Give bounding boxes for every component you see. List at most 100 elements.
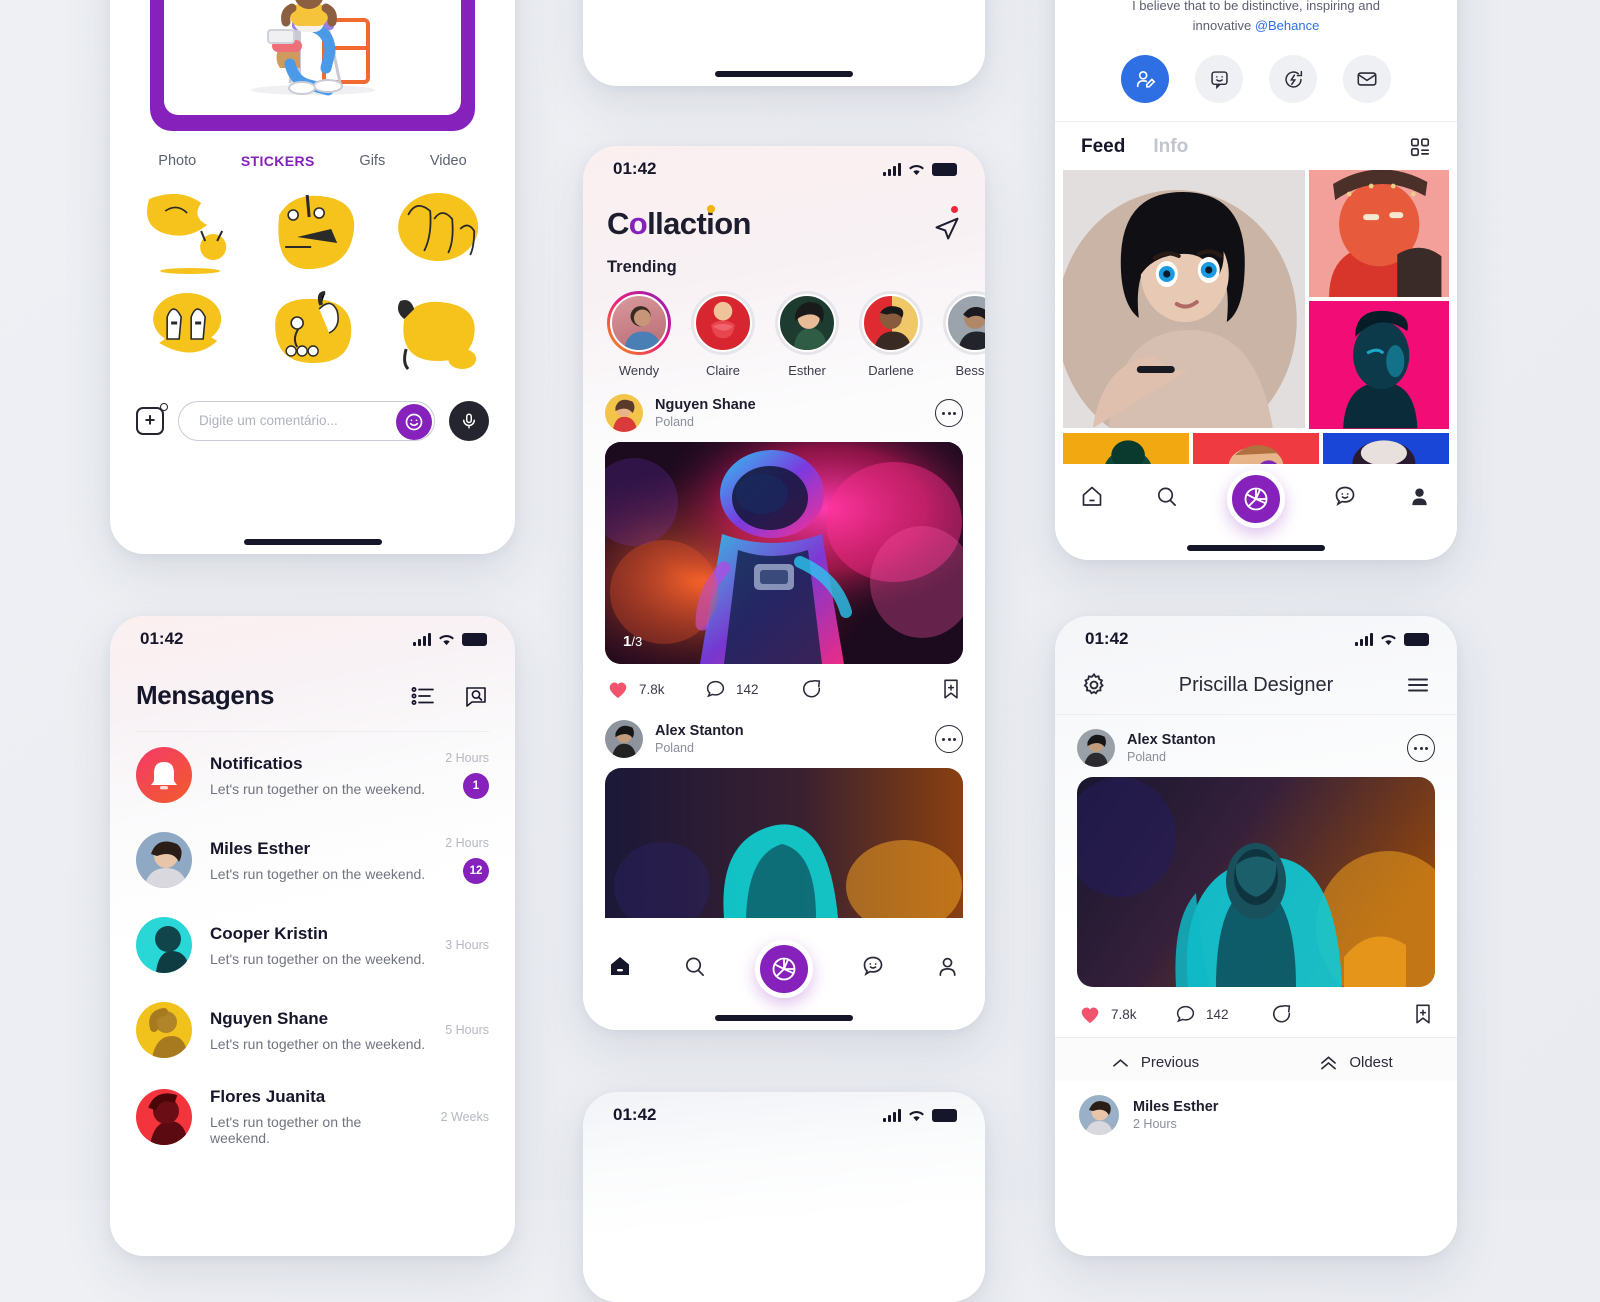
- trending-user[interactable]: Esther: [775, 291, 839, 378]
- flash-refresh-icon[interactable]: [1269, 55, 1317, 103]
- chevron-up-icon: [1112, 1058, 1128, 1067]
- sticker-item[interactable]: [254, 185, 370, 279]
- profile-icon[interactable]: [934, 952, 962, 980]
- timestamp: 2 Hours: [445, 836, 489, 850]
- feed-image[interactable]: [1308, 301, 1449, 429]
- signal-icon: [883, 162, 901, 176]
- share-action[interactable]: [801, 678, 823, 700]
- signal-icon: [413, 632, 431, 646]
- sticker-item[interactable]: [254, 285, 370, 379]
- sticker-item[interactable]: [132, 185, 248, 279]
- comment-time: 2 Hours: [1133, 1117, 1177, 1131]
- trending-user-name: Esther: [788, 363, 826, 378]
- list-item[interactable]: Nguyen Shane Let's run together on the w…: [110, 987, 515, 1072]
- avatar[interactable]: [605, 720, 643, 758]
- status-bar: 01:42: [110, 616, 515, 662]
- signal-icon: [1355, 632, 1373, 646]
- camera-fab-button[interactable]: [754, 940, 813, 998]
- battery-icon: [462, 632, 487, 646]
- previous-button[interactable]: Previous: [1055, 1054, 1256, 1071]
- list-item[interactable]: Miles Esther Let's run together on the w…: [110, 817, 515, 902]
- tab-stickers[interactable]: STICKERS: [241, 153, 315, 169]
- sticker-item[interactable]: [377, 285, 493, 379]
- tab-info[interactable]: Info: [1153, 136, 1188, 158]
- avatar[interactable]: [605, 394, 643, 432]
- bookmark-icon[interactable]: [941, 678, 961, 700]
- comment-action[interactable]: 142: [705, 679, 801, 700]
- sticker-item[interactable]: [132, 285, 248, 379]
- oldest-button[interactable]: Oldest: [1256, 1054, 1457, 1071]
- chat-smiley-icon[interactable]: [859, 952, 887, 980]
- list-item[interactable]: Cooper Kristin Let's run together on the…: [110, 902, 515, 987]
- home-icon[interactable]: [1078, 482, 1106, 510]
- mail-icon[interactable]: [1343, 55, 1391, 103]
- behance-link[interactable]: @Behance: [1255, 18, 1320, 33]
- camera-fab-button[interactable]: [1226, 470, 1285, 528]
- camera-aperture-icon[interactable]: [1226, 470, 1285, 528]
- profile-icon[interactable]: [1406, 482, 1434, 510]
- tab-video[interactable]: Video: [430, 153, 467, 169]
- search-icon[interactable]: [681, 952, 709, 980]
- trending-user[interactable]: Darlene: [859, 291, 923, 378]
- post-image[interactable]: 1/3: [605, 442, 963, 664]
- edit-profile-icon[interactable]: [1121, 55, 1169, 103]
- sticker-item[interactable]: [377, 185, 493, 279]
- feed-image[interactable]: [1063, 170, 1305, 428]
- tab-feed[interactable]: Feed: [1081, 136, 1125, 158]
- like-action[interactable]: 7.8k: [1079, 1004, 1175, 1024]
- post-location: Poland: [655, 415, 694, 429]
- share-icon: [1272, 1004, 1291, 1023]
- list-item[interactable]: Notificatios Let's run together on the w…: [110, 732, 515, 817]
- post-actions: 7.8k 142: [583, 664, 985, 706]
- tab-photo[interactable]: Photo: [158, 153, 196, 169]
- feed-grid: [1055, 170, 1457, 429]
- signal-icon: [883, 1108, 901, 1122]
- like-action[interactable]: 7.8k: [607, 679, 705, 699]
- post-author: Nguyen Shane: [655, 397, 756, 413]
- share-action[interactable]: [1271, 1003, 1293, 1025]
- tab-gifs[interactable]: Gifs: [359, 153, 385, 169]
- comment-action[interactable]: 142: [1175, 1004, 1271, 1025]
- bookmark-icon[interactable]: [1413, 1003, 1433, 1025]
- post-image[interactable]: [605, 768, 963, 918]
- avatar[interactable]: [1077, 729, 1115, 767]
- emoji-icon[interactable]: [396, 403, 432, 440]
- contact-name: Flores Juanita: [210, 1087, 326, 1106]
- chat-smiley-icon[interactable]: [1331, 482, 1359, 510]
- avatar: [136, 747, 192, 803]
- hamburger-menu-icon[interactable]: [1405, 674, 1431, 696]
- search-icon[interactable]: [1153, 482, 1181, 510]
- youtube-card[interactable]: https://www.youtube.com/watch?v=BQ0mxQXm…: [150, 0, 475, 131]
- more-options-icon[interactable]: [1407, 734, 1435, 762]
- grid-layout-icon[interactable]: [1409, 136, 1431, 158]
- microphone-icon[interactable]: [449, 400, 489, 441]
- post-image[interactable]: [1077, 777, 1435, 987]
- trending-user[interactable]: Claire: [691, 291, 755, 378]
- camera-aperture-icon[interactable]: [754, 940, 813, 998]
- double-chevron-up-icon: [1321, 1055, 1337, 1069]
- trending-user[interactable]: Wendy: [607, 291, 671, 378]
- avatar: [136, 1002, 192, 1058]
- gear-icon[interactable]: [1081, 672, 1107, 698]
- unread-badge: 12: [463, 858, 489, 884]
- comment-input[interactable]: Digite um comentário...: [178, 400, 435, 441]
- sticker-smiley-icon[interactable]: [1195, 55, 1243, 103]
- list-item[interactable]: Flores Juanita Let's run together on the…: [110, 1072, 515, 1160]
- feed-image[interactable]: [1308, 170, 1449, 298]
- heart-icon: [609, 682, 627, 699]
- search-icon[interactable]: [463, 684, 489, 708]
- more-options-icon[interactable]: [935, 725, 963, 753]
- home-icon[interactable]: [606, 952, 634, 980]
- message-preview: Let's run together on the weekend.: [210, 1035, 426, 1052]
- page-counter: 1/3: [623, 633, 643, 650]
- trending-list[interactable]: Wendy Claire Esther Darlene Bessie: [583, 277, 985, 378]
- send-plane-icon[interactable]: [933, 206, 961, 242]
- trending-user[interactable]: Bessie: [943, 291, 985, 378]
- trending-user-name: Claire: [706, 363, 740, 378]
- comment-item[interactable]: Miles Esther 2 Hours: [1055, 1081, 1457, 1135]
- home-indicator: [715, 71, 853, 77]
- add-media-icon[interactable]: [136, 402, 168, 435]
- filter-list-icon[interactable]: [411, 685, 435, 707]
- youtube-thumbnail[interactable]: [164, 0, 461, 115]
- more-options-icon[interactable]: [935, 399, 963, 427]
